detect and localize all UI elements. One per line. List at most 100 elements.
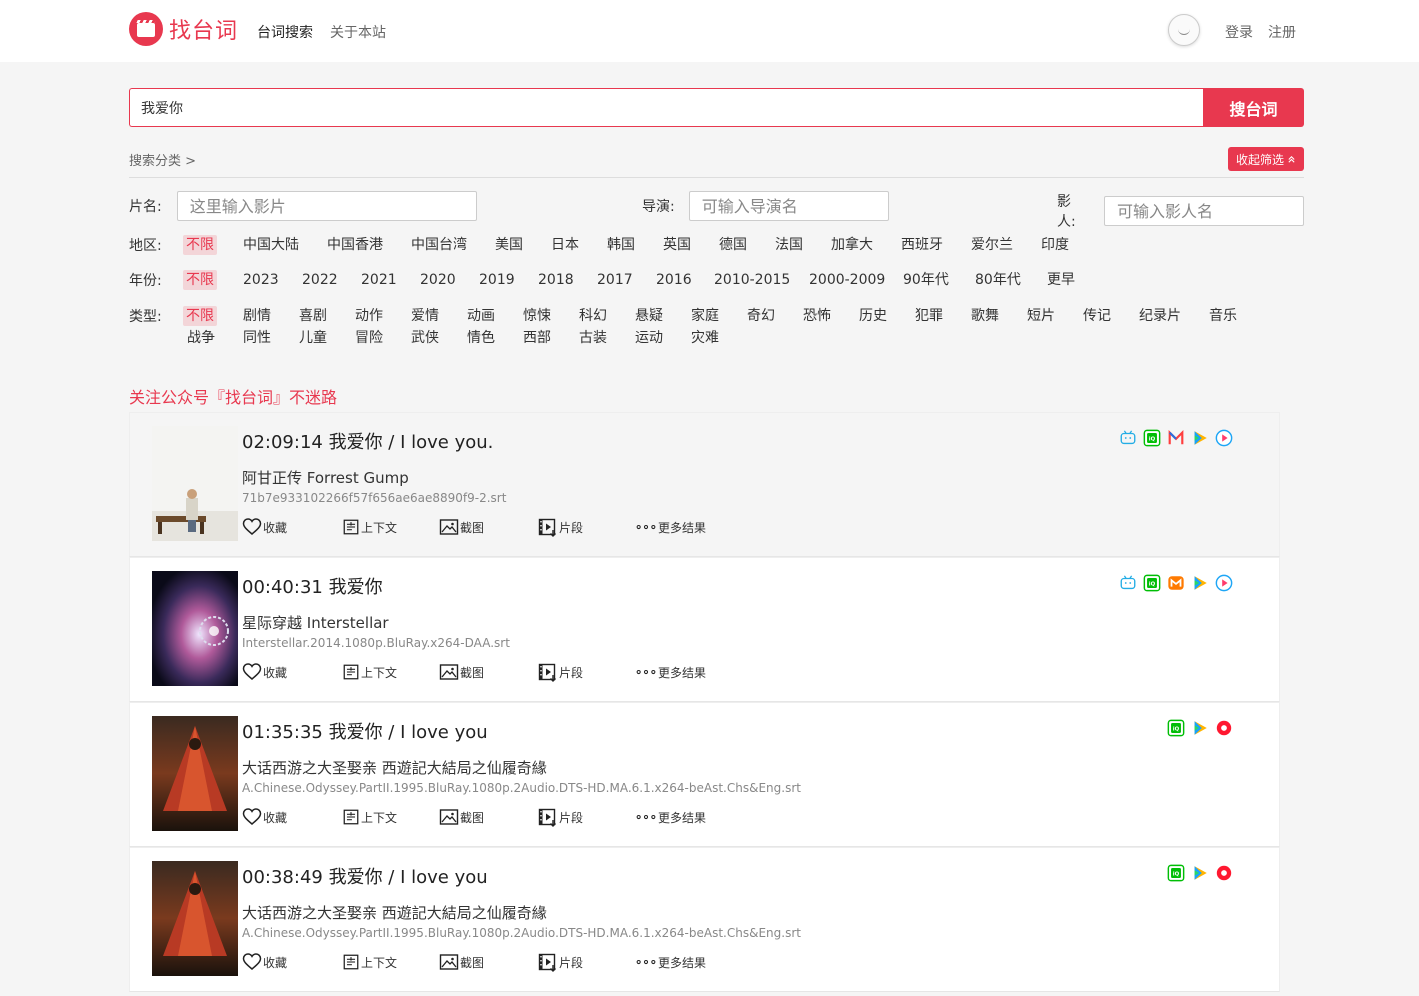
iqiyi-icon[interactable]: iQ: [1167, 719, 1185, 737]
year-option[interactable]: 80年代: [975, 270, 1021, 290]
genre-option[interactable]: 恐怖: [803, 306, 831, 326]
result-card[interactable]: 00:40:31 我爱你 星际穿越 Interstellar Interstella…: [129, 557, 1280, 702]
genre-option[interactable]: 冒险: [355, 328, 383, 348]
tencent-video-icon[interactable]: [1191, 864, 1209, 882]
region-option[interactable]: 中国大陆: [243, 235, 299, 255]
context-button[interactable]: 上下文: [342, 952, 397, 972]
nav-item-about[interactable]: 关于本站: [330, 22, 386, 42]
context-button[interactable]: 上下文: [342, 517, 397, 537]
director-input[interactable]: [688, 191, 889, 221]
clip-button[interactable]: 片段: [538, 952, 583, 972]
result-timestamp-line[interactable]: 01:35:35 我爱你 / I love you: [242, 718, 488, 744]
title-input[interactable]: [176, 191, 477, 221]
bilibili-icon[interactable]: [1119, 574, 1137, 592]
genre-option[interactable]: 科幻: [579, 306, 607, 326]
genre-option[interactable]: 歌舞: [971, 306, 999, 326]
context-button[interactable]: 上下文: [342, 662, 397, 682]
youku-red-icon[interactable]: [1215, 719, 1233, 737]
region-option[interactable]: 韩国: [607, 235, 635, 255]
year-option[interactable]: 更早: [1047, 270, 1075, 290]
genre-option[interactable]: 动画: [467, 306, 495, 326]
site-logo[interactable]: 找台词: [129, 12, 238, 46]
genre-option[interactable]: 奇幻: [747, 306, 775, 326]
favorite-button[interactable]: 收藏: [242, 952, 287, 972]
iqiyi-icon[interactable]: iQ: [1143, 429, 1161, 447]
nav-item-search[interactable]: 台词搜索: [257, 22, 313, 42]
genre-option[interactable]: 同性: [243, 328, 271, 348]
genre-option[interactable]: 短片: [1027, 306, 1055, 326]
year-option[interactable]: 2022: [302, 270, 338, 290]
context-button[interactable]: 上下文: [342, 807, 397, 827]
genre-option[interactable]: 西部: [523, 328, 551, 348]
region-option[interactable]: 加拿大: [831, 235, 873, 255]
genre-option[interactable]: 喜剧: [299, 306, 327, 326]
year-option[interactable]: 2000-2009: [809, 270, 885, 290]
avatar-icon[interactable]: [1168, 14, 1200, 46]
youku-red-icon[interactable]: [1215, 864, 1233, 882]
region-option[interactable]: 中国台湾: [411, 235, 467, 255]
year-option[interactable]: 2017: [597, 270, 633, 290]
genre-option[interactable]: 剧情: [243, 306, 271, 326]
genre-option[interactable]: 音乐: [1209, 306, 1237, 326]
result-movie-title[interactable]: 大话西游之大圣娶亲 西遊記大結局之仙履奇緣: [242, 902, 547, 923]
genre-option[interactable]: 传记: [1083, 306, 1111, 326]
iqiyi-icon[interactable]: iQ: [1143, 574, 1161, 592]
genre-option[interactable]: 家庭: [691, 306, 719, 326]
tencent-video-icon[interactable]: [1191, 574, 1209, 592]
result-card[interactable]: 00:38:49 我爱你 / I love you 大话西游之大圣娶亲 西遊記大結…: [129, 847, 1280, 992]
login-link[interactable]: 登录: [1225, 22, 1253, 42]
year-option-any[interactable]: 不限: [183, 270, 217, 290]
result-timestamp-line[interactable]: 02:09:14 我爱你 / I love you.: [242, 428, 493, 454]
region-option[interactable]: 爱尔兰: [971, 235, 1013, 255]
year-option[interactable]: 2019: [479, 270, 515, 290]
result-timestamp-line[interactable]: 00:38:49 我爱你 / I love you: [242, 863, 488, 889]
genre-option[interactable]: 犯罪: [915, 306, 943, 326]
iqiyi-icon[interactable]: iQ: [1167, 864, 1185, 882]
tencent-video-icon[interactable]: [1191, 719, 1209, 737]
more-button[interactable]: 更多结果: [635, 952, 706, 972]
genre-option[interactable]: 战争: [187, 328, 215, 348]
genre-option[interactable]: 儿童: [299, 328, 327, 348]
region-option[interactable]: 日本: [551, 235, 579, 255]
genre-option[interactable]: 运动: [635, 328, 663, 348]
favorite-button[interactable]: 收藏: [242, 662, 287, 682]
genre-option[interactable]: 灾难: [691, 328, 719, 348]
region-option[interactable]: 德国: [719, 235, 747, 255]
genre-option[interactable]: 情色: [467, 328, 495, 348]
genre-option[interactable]: 惊悚: [523, 306, 551, 326]
result-movie-title[interactable]: 阿甘正传 Forrest Gump: [242, 467, 409, 488]
region-option[interactable]: 西班牙: [901, 235, 943, 255]
year-option[interactable]: 2021: [361, 270, 397, 290]
bilibili-icon[interactable]: [1119, 429, 1137, 447]
youku-icon[interactable]: [1215, 429, 1233, 447]
result-card[interactable]: 01:35:35 我爱你 / I love you 大话西游之大圣娶亲 西遊記大結…: [129, 702, 1280, 847]
movie-poster[interactable]: [152, 571, 238, 686]
genre-option[interactable]: 爱情: [411, 306, 439, 326]
genre-option[interactable]: 武侠: [411, 328, 439, 348]
more-button[interactable]: 更多结果: [635, 662, 706, 682]
genre-option[interactable]: 纪录片: [1139, 306, 1181, 326]
genre-option[interactable]: 动作: [355, 306, 383, 326]
clip-button[interactable]: 片段: [538, 662, 583, 682]
mgtv-icon[interactable]: [1167, 429, 1185, 447]
more-button[interactable]: 更多结果: [635, 807, 706, 827]
screenshot-button[interactable]: 截图: [439, 517, 484, 537]
genre-option[interactable]: 历史: [859, 306, 887, 326]
movie-poster[interactable]: [152, 716, 238, 831]
clip-button[interactable]: 片段: [538, 807, 583, 827]
region-option-any[interactable]: 不限: [183, 235, 217, 255]
movie-poster[interactable]: [152, 861, 238, 976]
result-card[interactable]: 02:09:14 我爱你 / I love you. 阿甘正传 Forrest G…: [129, 412, 1280, 557]
category-toggle[interactable]: 搜索分类 >: [129, 150, 196, 169]
result-movie-title[interactable]: 星际穿越 Interstellar: [242, 612, 389, 633]
result-timestamp-line[interactable]: 00:40:31 我爱你: [242, 573, 383, 599]
year-option[interactable]: 2018: [538, 270, 574, 290]
mango-tv-icon[interactable]: [1167, 574, 1185, 592]
region-option[interactable]: 法国: [775, 235, 803, 255]
year-option[interactable]: 2020: [420, 270, 456, 290]
register-link[interactable]: 注册: [1268, 22, 1296, 42]
region-option[interactable]: 英国: [663, 235, 691, 255]
genre-option-any[interactable]: 不限: [183, 306, 217, 326]
genre-option[interactable]: 古装: [579, 328, 607, 348]
youku-icon[interactable]: [1215, 574, 1233, 592]
